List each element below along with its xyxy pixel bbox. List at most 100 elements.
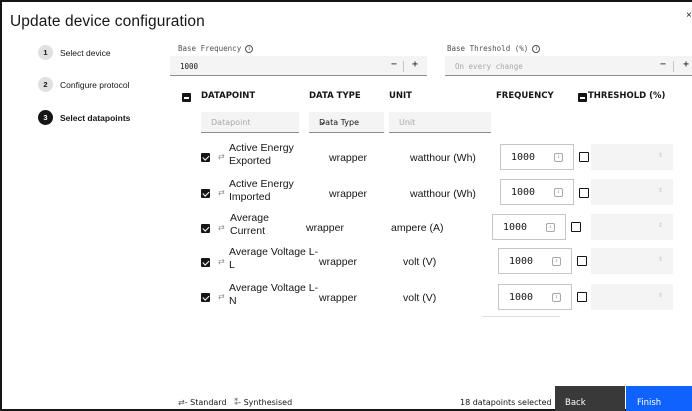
datapoint-name: Active Energy Imported [229,178,294,203]
unit-cell: watthour (Wh) [410,152,476,164]
header-frequency[interactable]: FREQUENCY [496,91,554,109]
unit-cell: watthour (Wh) [410,188,476,200]
threshold-checkbox[interactable] [577,256,587,266]
table-row: ⇄ Average Voltage L-L wrapper volt (V) 1… [2,244,692,280]
frequency-input[interactable]: 1000 ⇕ [492,214,566,240]
finish-button-label: Finish [637,398,662,408]
info-icon[interactable]: i [245,45,254,53]
standard-icon: ⇄ [178,398,185,407]
threshold-checkbox[interactable] [577,292,587,302]
unit-filter-placeholder: Unit [399,118,416,127]
step-select-datapoints[interactable]: 3 Select datapoints [38,110,130,125]
datapoint-name: Average Current [230,212,269,237]
frequency-value: 1000 [509,256,534,267]
frequency-value: 1000 [511,152,536,163]
header-unit[interactable]: UNIT [389,91,412,109]
info-icon[interactable]: i [532,45,541,53]
base-threshold-label: Base Threshold (%) i [447,44,541,53]
back-button[interactable]: Back [555,386,625,411]
base-frequency-decrement-button[interactable]: − [387,59,401,70]
threshold-input[interactable]: ⇕ [591,284,673,310]
spinner-icon: ⇕ [657,293,663,299]
row-checkbox[interactable] [201,258,210,267]
standard-icon: ⇄ [218,152,225,161]
step-configure-protocol[interactable]: 2 Configure protocol [38,77,129,92]
table-row: ⇄ Average Current wrapper ampere (A) 100… [2,210,692,246]
spinner-icon: ⇕ [657,223,663,229]
modal-title: Update device configuration [10,13,205,30]
datapoint-filter-input[interactable]: Datapoint [201,112,299,133]
frequency-input[interactable]: 1000 ⇕ [500,179,574,205]
datapoint-name: Average Voltage L-L [229,246,319,271]
legend-standard-label: - Standard [184,398,227,407]
spinner-icon: ⇕ [657,188,663,194]
row-checkbox[interactable] [201,153,210,162]
unit-cell: volt (V) [403,256,437,268]
threshold-input[interactable]: ⇕ [591,214,673,240]
table-row: ⇄ Active Energy Exported wrapper watthou… [2,140,692,176]
unit-cell: ampere (A) [391,222,444,234]
data-type-cell: wrapper [306,222,344,234]
step-select-device[interactable]: 1 Select device [38,45,111,60]
spinner-icon[interactable]: ⇕ [554,188,563,197]
frequency-input[interactable]: 1000 ⇕ [498,248,572,274]
step-label: Select datapoints [60,112,131,123]
threshold-checkbox[interactable] [571,222,581,232]
spinner-icon[interactable]: ⇕ [554,153,563,162]
datapoint-name: Active Energy Exported [229,142,294,167]
standard-icon: ⇄ [218,257,225,266]
standard-icon: ⇄ [218,292,225,301]
spinner-icon[interactable]: ⇕ [546,223,555,232]
data-type-cell: wrapper [329,152,367,164]
base-threshold-label-text: Base Threshold (%) [447,44,529,53]
spinner-icon[interactable]: ⇕ [552,293,561,302]
frequency-input[interactable]: 1000 ⇕ [500,144,574,170]
table-row: ⇄ Average Voltage L-N wrapper volt (V) 1… [2,280,692,316]
legend-synthesised-label: - Synthesised [238,398,293,407]
data-type-cell: wrapper [329,188,367,200]
unit-filter-input[interactable]: Unit [389,112,491,133]
table-row: ⇄ Active Energy Imported wrapper watthou… [2,176,692,212]
threshold-all-checkbox[interactable] [578,93,587,102]
threshold-input[interactable]: ⇕ [591,179,673,205]
threshold-input[interactable]: ⇕ [591,144,673,170]
base-frequency-input[interactable]: 1000 − + [170,56,427,76]
frequency-value: 1000 [509,292,534,303]
row-checkbox[interactable] [201,293,210,302]
threshold-checkbox[interactable] [579,188,589,198]
row-checkbox[interactable] [201,189,210,198]
spinner-icon[interactable]: ⇕ [552,257,561,266]
update-device-modal: Update device configuration × 1 Select d… [0,0,692,411]
header-threshold[interactable]: THRESHOLD (%) [588,91,665,109]
standard-icon: ⇄ [218,223,225,232]
base-threshold-increment-button[interactable]: + [679,59,692,70]
step-number: 3 [38,110,53,125]
header-data-type[interactable]: DATA TYPE [309,91,361,109]
step-number: 2 [38,77,53,92]
frequency-input[interactable]: 1000 ⇕ [498,284,572,310]
unit-cell: volt (V) [403,292,437,304]
select-all-checkbox[interactable] [182,93,191,102]
threshold-input[interactable]: ⇕ [591,248,673,274]
base-threshold-decrement-button[interactable]: − [656,59,670,70]
datapoint-name: Average Voltage L-N [229,282,319,307]
spinner-icon: ⇕ [657,153,663,159]
base-threshold-input[interactable]: On every change − + [445,56,692,76]
data-type-filter-dropdown[interactable]: Data Type ⌄ [309,112,384,133]
base-frequency-label: Base Frequency i [178,44,254,53]
back-button-label: Back [565,398,586,408]
standard-icon: ⇄ [218,188,225,197]
header-datapoint[interactable]: DATAPOINT [201,91,255,109]
step-label: Configure protocol [60,79,130,90]
step-number: 1 [38,45,53,60]
base-frequency-value: 1000 [180,62,199,71]
data-type-cell: wrapper [319,256,357,268]
frequency-value: 1000 [503,222,528,233]
row-checkbox[interactable] [201,224,210,233]
base-frequency-increment-button[interactable]: + [408,59,422,70]
finish-button[interactable]: Finish [626,386,692,411]
stepper-divider [673,61,674,72]
threshold-checkbox[interactable] [579,152,589,162]
close-icon[interactable]: × [686,10,692,21]
frequency-value: 1000 [511,187,536,198]
